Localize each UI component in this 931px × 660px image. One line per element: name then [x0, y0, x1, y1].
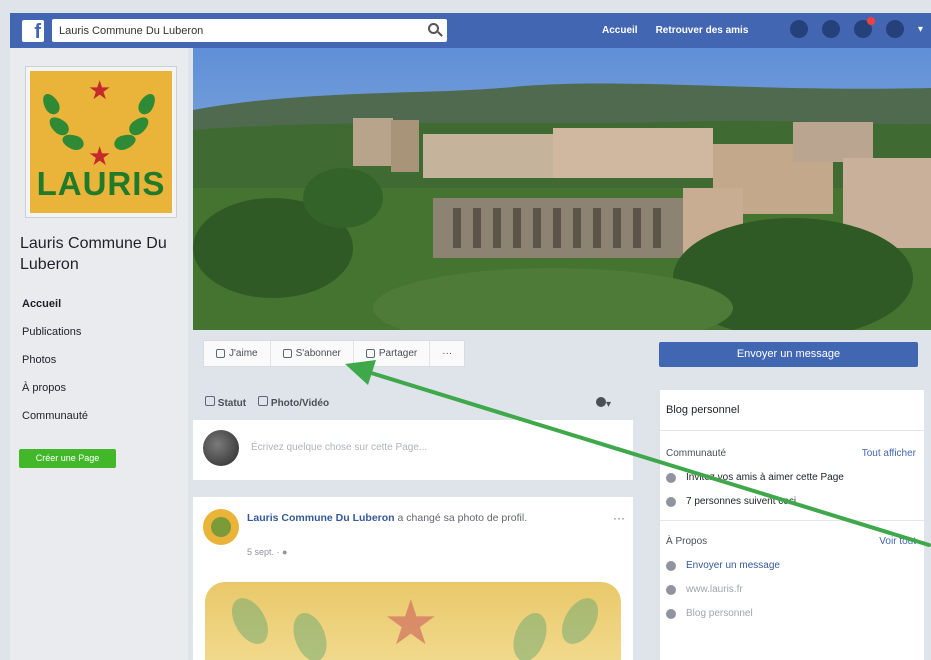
post-timestamp[interactable]: 5 sept. · ●	[247, 547, 287, 557]
left-sidebar: ★ ★ LAURIS Lauris Commune Du Luberon Acc…	[10, 48, 188, 660]
globe-icon	[596, 397, 606, 407]
globe-icon: ●	[282, 547, 288, 557]
page-info-card: Blog personnel Communauté Tout afficher …	[659, 390, 924, 660]
post-action-text: a changé sa photo de profil.	[397, 512, 528, 524]
post-header: Lauris Commune Du Luberon a changé sa ph…	[247, 511, 577, 525]
divider	[660, 430, 924, 431]
star-icon: ★	[88, 75, 112, 105]
follow-icon	[282, 349, 292, 358]
photo-icon	[258, 396, 269, 406]
photo-video-tab[interactable]: Photo/Vidéo	[258, 396, 329, 409]
post-options-button[interactable]: ···	[613, 511, 625, 525]
logo-text: LAURIS	[36, 165, 166, 202]
post-composer[interactable]: Écrivez quelque chose sur cette Page...	[193, 420, 633, 480]
search-input-value: Lauris Commune Du Luberon	[59, 24, 204, 37]
feed-post: Lauris Commune Du Luberon a changé sa ph…	[193, 497, 633, 660]
account-menu-caret-icon[interactable]: ▾	[918, 24, 923, 35]
globe-icon	[666, 584, 676, 595]
notifications-icon[interactable]	[854, 17, 875, 38]
contact-message-link[interactable]: Envoyer un message	[686, 560, 780, 571]
community-label: Communauté	[666, 448, 727, 459]
followers-text: 7 personnes suivent ceci	[686, 496, 797, 507]
community-see-all-link[interactable]: Tout afficher	[862, 448, 916, 459]
leaf-icon	[287, 608, 333, 660]
page-side-nav: Accueil Publications Photos À propos Com…	[22, 294, 88, 434]
status-tab[interactable]: Statut	[205, 396, 246, 409]
share-arrow-icon	[365, 349, 375, 358]
lauris-logo: ★ ★ LAURIS	[30, 71, 172, 213]
followers-icon	[666, 496, 676, 507]
facebook-logo-icon[interactable]: f	[22, 19, 44, 43]
leaf-icon	[60, 131, 86, 153]
follow-button[interactable]: S'abonner	[271, 341, 354, 366]
page-category-title: Blog personnel	[666, 404, 740, 416]
status-tab-label: Statut	[217, 398, 247, 409]
star-icon: ★	[383, 589, 439, 658]
top-navigation-bar: f Lauris Commune Du Luberon Accueil Retr…	[10, 13, 931, 48]
leaf-icon	[135, 90, 159, 118]
messenger-icon	[666, 560, 676, 571]
composer-placeholder[interactable]: Écrivez quelque chose sur cette Page...	[251, 442, 427, 453]
post-image[interactable]: ★	[205, 582, 621, 660]
more-options-button[interactable]: ···	[430, 341, 464, 366]
website-link[interactable]: www.lauris.fr	[686, 584, 743, 595]
leaf-icon	[554, 591, 606, 651]
cover-landscape-image	[193, 48, 931, 330]
share-button[interactable]: Partager	[354, 341, 431, 366]
category-row: Blog personnel	[666, 608, 753, 619]
profile-picture[interactable]: ★ ★ LAURIS	[25, 66, 177, 218]
search-icon[interactable]	[428, 23, 439, 34]
category-text: Blog personnel	[686, 608, 753, 619]
messenger-icon[interactable]	[822, 20, 840, 38]
side-nav-about[interactable]: À propos	[22, 378, 88, 406]
invite-friends-row[interactable]: Invitez vos amis à aimer cette Page	[666, 472, 844, 483]
followers-row: 7 personnes suivent ceci	[666, 496, 796, 507]
side-nav-home[interactable]: Accueil	[22, 294, 88, 322]
divider	[660, 520, 924, 521]
search-input[interactable]: Lauris Commune Du Luberon	[52, 19, 447, 42]
about-see-all-link[interactable]: Voir tout	[879, 536, 916, 547]
leaf-icon	[507, 608, 553, 660]
nav-home-link[interactable]: Accueil	[602, 25, 638, 36]
cover-photo[interactable]	[193, 48, 931, 330]
page-action-bar: J'aime S'abonner Partager ···	[203, 340, 466, 367]
friend-requests-icon[interactable]	[790, 20, 808, 38]
create-page-button[interactable]: Créer une Page	[19, 449, 116, 468]
user-avatar	[203, 430, 239, 466]
side-nav-photos[interactable]: Photos	[22, 350, 88, 378]
contact-message-row[interactable]: Envoyer un message	[666, 560, 780, 571]
page-title[interactable]: Lauris Commune Du Luberon	[20, 233, 180, 275]
pencil-icon	[205, 396, 215, 406]
website-row[interactable]: www.lauris.fr	[666, 584, 743, 595]
invite-friends-text: Invitez vos amis à aimer cette Page	[686, 472, 844, 483]
send-message-button[interactable]: Envoyer un message	[659, 342, 918, 367]
photo-video-tab-label: Photo/Vidéo	[270, 398, 330, 409]
follow-label: S'abonner	[295, 348, 341, 359]
post-author-link[interactable]: Lauris Commune Du Luberon	[247, 512, 395, 524]
nav-find-friends-link[interactable]: Retrouver des amis	[656, 25, 749, 36]
side-nav-posts[interactable]: Publications	[22, 322, 88, 350]
share-label: Partager	[378, 348, 418, 359]
audience-selector[interactable]: ▾	[596, 397, 614, 410]
help-icon[interactable]	[886, 20, 904, 38]
thumbs-up-icon	[216, 349, 225, 358]
like-label: J'aime	[229, 348, 258, 359]
post-timestamp-text: 5 sept. ·	[247, 547, 283, 557]
composer-tabs: Statut Photo/Vidéo	[205, 396, 329, 409]
invite-friends-icon	[666, 472, 676, 483]
leaf-icon	[224, 591, 276, 651]
side-nav-community[interactable]: Communauté	[22, 406, 88, 434]
about-label: À Propos	[666, 536, 708, 547]
like-button[interactable]: J'aime	[204, 341, 271, 366]
leaf-icon	[39, 90, 63, 118]
tag-icon	[666, 608, 676, 619]
post-author-avatar[interactable]	[203, 509, 239, 545]
